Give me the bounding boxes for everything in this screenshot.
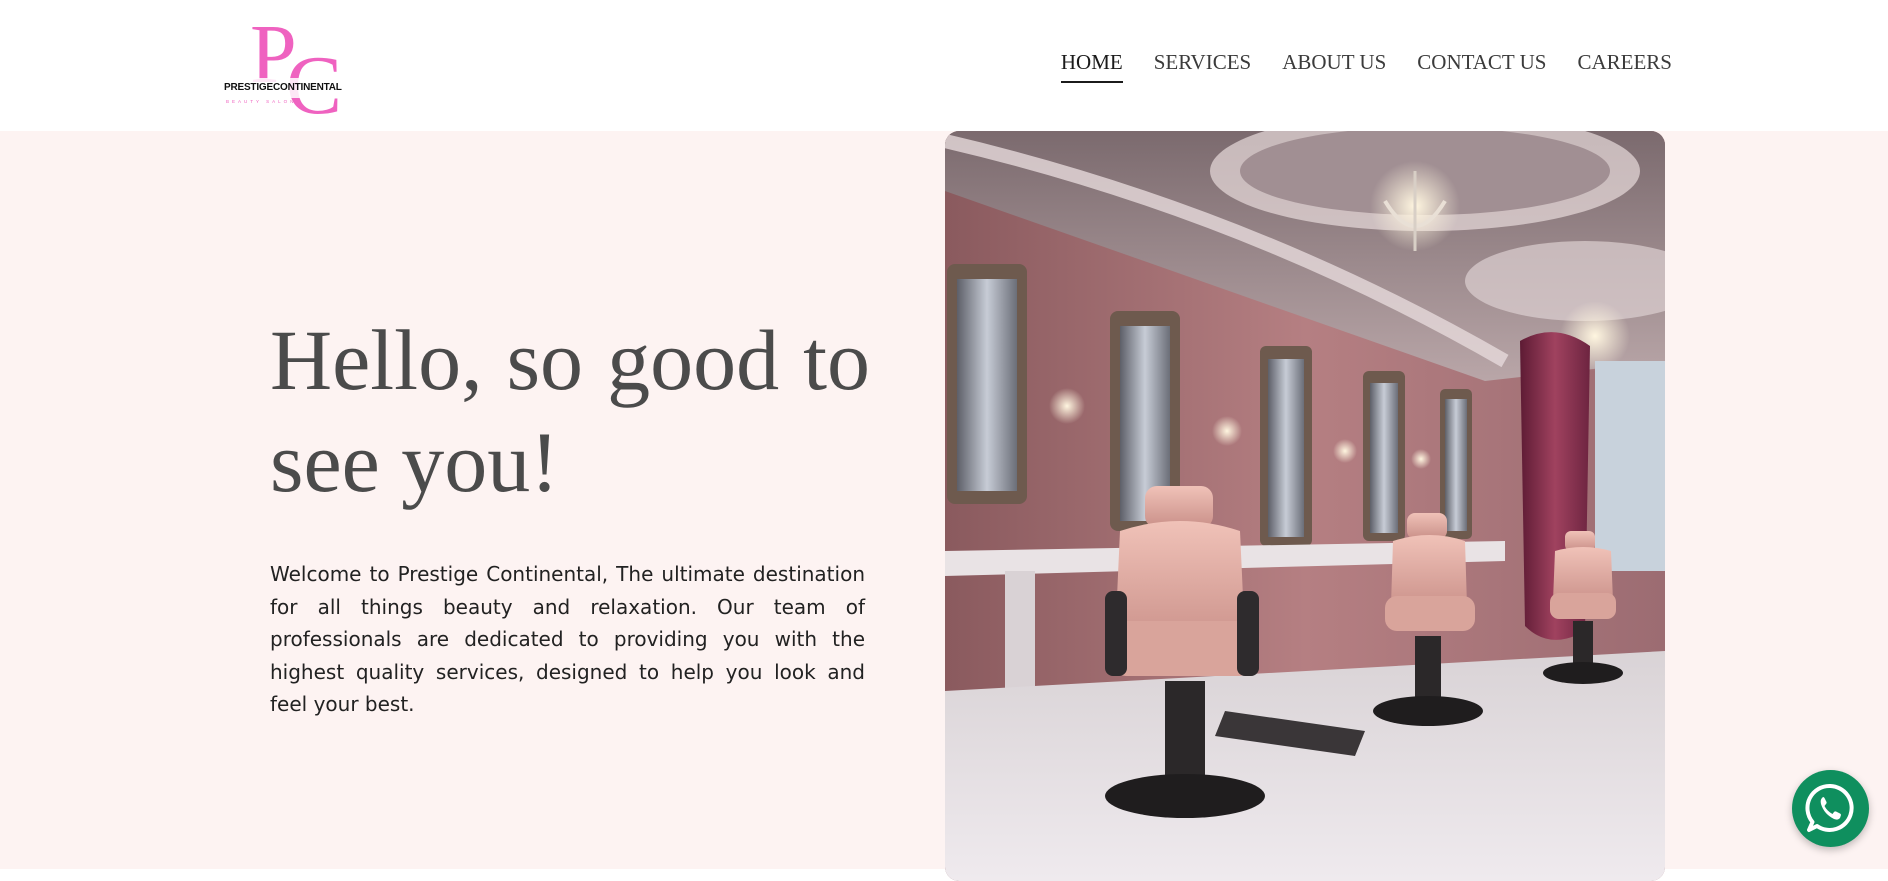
nav-contact-us[interactable]: CONTACT US — [1417, 50, 1546, 83]
main-nav: HOME SERVICES ABOUT US CONTACT US CAREER… — [1060, 50, 1672, 83]
salon-interior-image — [945, 131, 1665, 881]
hero-headline: Hello, so good to see you! — [270, 312, 870, 510]
nav-services[interactable]: SERVICES — [1154, 50, 1252, 83]
whatsapp-chat-button[interactable] — [1792, 770, 1869, 847]
brand-tagline: BEAUTY SALON — [226, 99, 297, 104]
brand-logo[interactable]: P C PRESTIGECONTINENTAL BEAUTY SALON — [220, 10, 374, 115]
nav-about-us[interactable]: ABOUT US — [1282, 50, 1386, 83]
brand-name: PRESTIGECONTINENTAL — [221, 78, 345, 98]
nav-careers[interactable]: CAREERS — [1577, 50, 1672, 83]
whatsapp-icon — [1805, 783, 1854, 832]
site-header: P C PRESTIGECONTINENTAL BEAUTY SALON HOM… — [0, 0, 1888, 131]
hero-intro-text: Welcome to Prestige Continental, The ult… — [270, 562, 865, 716]
nav-home[interactable]: HOME — [1060, 50, 1123, 83]
hero-section: Hello, so good to see you! Welcome to Pr… — [0, 131, 1888, 881]
